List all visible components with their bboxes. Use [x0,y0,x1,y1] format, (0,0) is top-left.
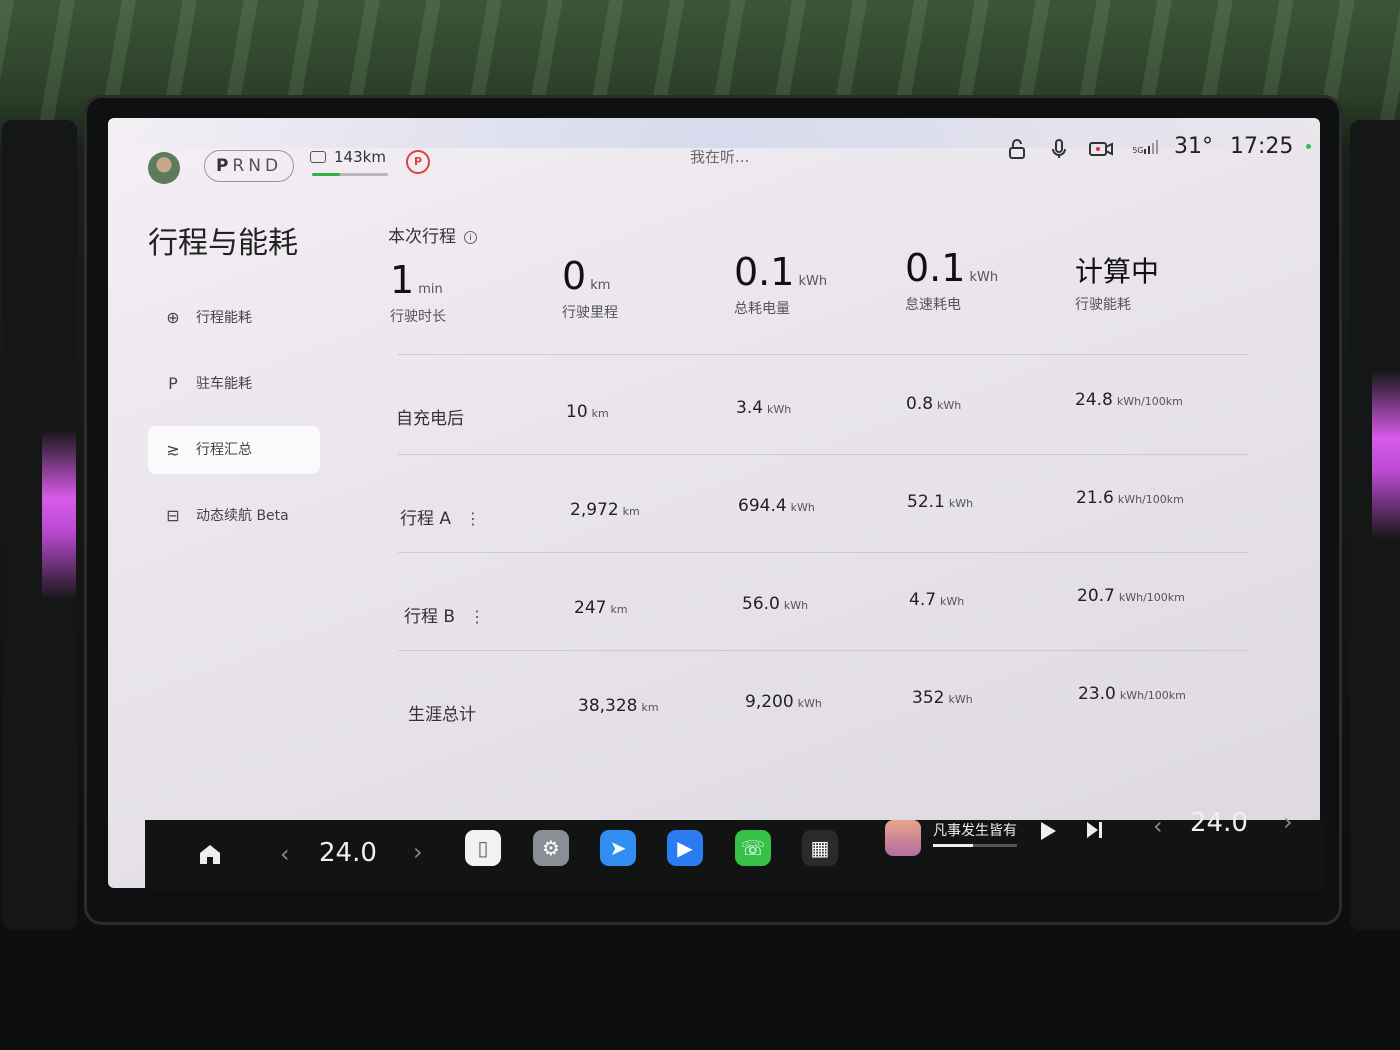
app-grid-icon[interactable]: ▦ [802,830,838,866]
right-temp-down-icon[interactable]: ‹ [1153,812,1163,840]
play-icon[interactable] [1038,820,1058,846]
cell-distance: 38,328 km [578,696,659,716]
stat-drive-distance: 0 km 行驶里程 [562,254,618,321]
status-dot [1306,144,1311,149]
sidebar-item-parking-energy[interactable]: P 驻车能耗 [148,360,320,408]
left-side-panel [2,120,77,930]
user-avatar[interactable] [148,152,180,184]
current-trip-title: 本次行程 i [388,222,477,247]
range-value: 143km [334,148,386,166]
cell-idle: 352 kWh [912,688,973,708]
media-title[interactable]: 凡事发生皆有 [933,820,1017,840]
range-readout[interactable]: 143km [310,148,386,166]
row-label-since-charge: 自充电后 [396,409,464,429]
signal-icon: 5G [1132,138,1158,164]
range-progress-bar [312,173,388,176]
right-side-panel [1350,120,1400,930]
left-temp-up-icon[interactable]: › [413,838,423,866]
left-temp-down-icon[interactable]: ‹ [280,840,290,868]
stat-idle-energy: 0.1 kWh 怠速耗电 [905,246,999,313]
cell-distance: 247 km [574,598,628,618]
cell-distance: 10 km [566,402,609,422]
row-label-lifetime: 生涯总计 [408,705,476,725]
stat-drive-time: 1 min 行驶时长 [390,258,446,325]
cell-consumption: 20.7 kWh/100km [1077,586,1185,606]
more-menu-icon[interactable]: ⋮ [469,607,485,626]
sidebar-item-label: 行程汇总 [196,442,252,458]
parking-brake-icon: P [406,150,430,174]
divider [398,354,1248,355]
right-temp-up-icon[interactable]: › [1283,808,1293,836]
media-progress-bar[interactable] [933,844,1017,847]
video-call-icon[interactable]: ▶ [667,830,703,866]
passenger-temperature[interactable]: 24.0 [1190,808,1248,838]
stat-total-energy: 0.1 kWh 总耗电量 [734,250,828,317]
cell-energy: 694.4 kWh [738,496,815,516]
infotainment-screen: PRND 143km P 我在听... 5G 31° 17:25 行程与能耗 ⊕… [108,118,1320,888]
cell-energy: 3.4 kWh [736,398,792,418]
cell-idle: 4.7 kWh [909,590,965,610]
album-art[interactable] [885,820,921,856]
row-label-trip-b: 行程 B ⋮ [404,607,486,627]
camera-icon[interactable] [1088,138,1114,164]
phone-mirror-icon[interactable]: ▯ [465,830,501,866]
row-label-trip-a: 行程 A ⋮ [400,509,482,529]
steering-wheel-icon: ⊕ [166,308,180,327]
more-menu-icon[interactable]: ⋮ [465,509,481,528]
sidebar-item-label: 驻车能耗 [196,376,252,392]
divider [398,454,1248,455]
divider [398,552,1248,553]
parking-icon: P [168,374,178,393]
cell-energy: 9,200 kWh [745,692,822,712]
cell-consumption: 21.6 kWh/100km [1076,488,1184,508]
microphone-icon[interactable] [1046,138,1072,164]
cell-idle: 0.8 kWh [906,394,962,414]
phone-icon[interactable]: ☏ [735,830,771,866]
car-icon [310,151,326,163]
sidebar-item-trip-energy[interactable]: ⊕ 行程能耗 [148,294,320,342]
car-range-icon: ⊟ [166,506,180,525]
info-icon[interactable]: i [464,231,477,244]
cell-energy: 56.0 kWh [742,594,809,614]
page-title: 行程与能耗 [148,226,298,261]
outside-temperature: 31° [1174,134,1213,159]
sidebar-item-label: 动态续航 Beta [196,508,289,524]
driver-temperature[interactable]: 24.0 [319,838,377,868]
voice-assistant-status[interactable]: 我在听... [690,146,749,167]
summary-icon: ≳ [166,440,180,459]
home-icon[interactable] [197,842,223,873]
sidebar-item-dynamic-range[interactable]: ⊟ 动态续航 Beta [148,492,320,540]
unlock-icon[interactable] [1004,138,1030,164]
divider [398,650,1248,651]
clock: 17:25 [1230,134,1294,159]
sidebar-item-trip-summary[interactable]: ≳ 行程汇总 [148,426,320,474]
cell-distance: 2,972 km [570,500,640,520]
next-track-icon[interactable] [1085,820,1105,844]
settings-icon[interactable]: ⚙ [533,830,569,866]
sidebar-item-label: 行程能耗 [196,310,252,326]
cell-idle: 52.1 kWh [907,492,974,512]
bottom-dock: ‹ 24.0 › ▯ ⚙ ➤ ▶ ☏ ▦ 凡事发生皆有 ‹ 24.0 › [145,808,1325,890]
navigation-icon[interactable]: ➤ [600,830,636,866]
gear-indicator: PRND [204,150,294,182]
cell-consumption: 24.8 kWh/100km [1075,390,1183,410]
stat-drive-consumption: 计算中 行驶能耗 [1075,255,1160,313]
cell-consumption: 23.0 kWh/100km [1078,684,1186,704]
